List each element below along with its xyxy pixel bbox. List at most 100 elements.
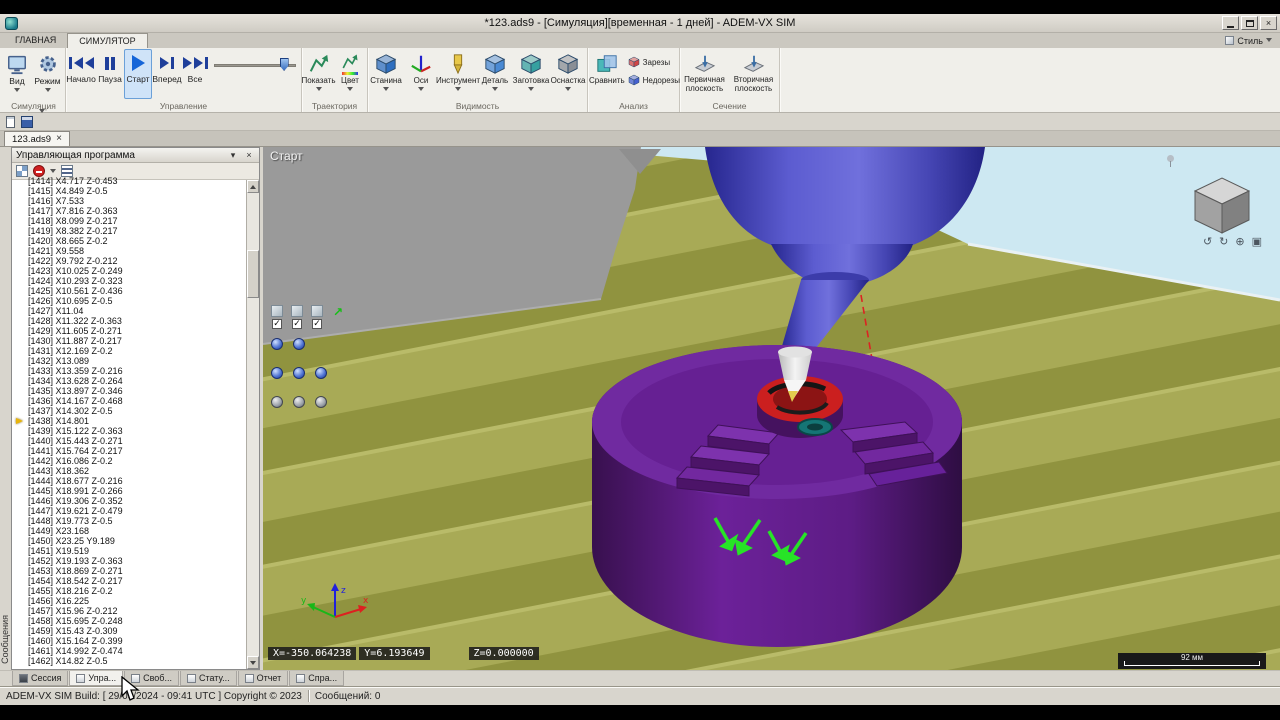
overlay-disc-icon[interactable] [271, 367, 283, 379]
secondary-plane-button[interactable]: Вторичная плоскость [729, 49, 778, 99]
fixture-button[interactable]: Оснастка [550, 49, 586, 99]
overlay-disc-icon[interactable] [271, 396, 283, 408]
program-line[interactable]: [1434] X13.628 Z-0.264 [12, 376, 259, 386]
tab-status[interactable]: Стату... [179, 671, 237, 686]
maximize-button[interactable] [1241, 16, 1258, 30]
speed-slider[interactable] [214, 55, 296, 75]
program-line[interactable]: [1439] X15.122 Z-0.363 [12, 426, 259, 436]
program-line[interactable]: [1452] X19.193 Z-0.363 [12, 556, 259, 566]
program-line[interactable]: [1423] X10.025 Z-0.249 [12, 266, 259, 276]
program-line[interactable]: [1444] X18.677 Z-0.216 [12, 476, 259, 486]
vertical-scrollbar[interactable] [246, 180, 259, 669]
program-line[interactable]: [1431] X12.169 Z-0.2 [12, 346, 259, 356]
program-line[interactable]: [1442] X16.086 Z-0.2 [12, 456, 259, 466]
program-line[interactable]: [1425] X10.561 Z-0.436 [12, 286, 259, 296]
program-line[interactable]: [1414] X4.717 Z-0.453 [12, 176, 259, 186]
program-line[interactable]: [1457] X15.96 Z-0.212 [12, 606, 259, 616]
rotate-right-icon[interactable]: ↻ [1219, 235, 1228, 248]
program-line[interactable]: [1424] X10.293 Z-0.323 [12, 276, 259, 286]
program-line[interactable]: [1456] X16.225 [12, 596, 259, 606]
overlay-checkbox[interactable]: ✓ [312, 319, 322, 329]
scroll-down-button[interactable] [247, 656, 259, 669]
overlay-disc-icon[interactable] [271, 338, 283, 350]
mode-button[interactable]: Режим [32, 49, 63, 99]
program-line[interactable]: [1415] X4.849 Z-0.5 [12, 186, 259, 196]
program-line[interactable]: [1421] X9.558 [12, 246, 259, 256]
program-line[interactable]: [1427] X11.04 [12, 306, 259, 316]
show-trajectory-button[interactable]: Показать [302, 49, 336, 99]
gouges-button[interactable]: Зарезы [626, 55, 682, 69]
run-all-button[interactable]: Все [182, 49, 208, 99]
program-line[interactable]: [1428] X11.322 Z-0.363 [12, 316, 259, 326]
undercuts-button[interactable]: Недорезы [626, 73, 682, 87]
workpiece-button[interactable]: Заготовка [512, 49, 550, 99]
workpiece[interactable] [592, 345, 962, 647]
overlay-option-icon[interactable] [311, 305, 323, 317]
slider-thumb[interactable] [279, 58, 289, 71]
to-start-button[interactable]: Начало [66, 49, 96, 99]
overlay-disc-icon[interactable] [315, 367, 327, 379]
program-list[interactable]: [1414] X4.717 Z-0.453 [1415] X4.849 Z-0.5… [12, 176, 259, 669]
program-line[interactable]: [1436] X14.167 Z-0.468 [12, 396, 259, 406]
program-line[interactable]: [1446] X19.306 Z-0.352 [12, 496, 259, 506]
program-line[interactable]: [1447] X19.621 Z-0.479 [12, 506, 259, 516]
program-line[interactable]: [1437] X14.302 Z-0.5 [12, 406, 259, 416]
program-line[interactable]: [1443] X18.362 [12, 466, 259, 476]
minimize-button[interactable] [1222, 16, 1239, 30]
zoom-icon[interactable]: ⊕ [1235, 235, 1244, 248]
toolbar-options-button[interactable] [39, 108, 45, 133]
program-line[interactable]: [1454] X18.542 Z-0.217 [12, 576, 259, 586]
scrollbar-thumb[interactable] [247, 250, 259, 298]
close-button[interactable]: × [1260, 16, 1277, 30]
pin-icon[interactable] [1167, 155, 1174, 167]
program-line[interactable]: [1418] X8.099 Z-0.217 [12, 216, 259, 226]
overlay-disc-icon[interactable] [293, 396, 305, 408]
program-line[interactable]: [1462] X14.82 Z-0.5 [12, 656, 259, 666]
program-line[interactable]: [1445] X18.991 Z-0.266 [12, 486, 259, 496]
primary-plane-button[interactable]: Первичная плоскость [680, 49, 729, 99]
program-line[interactable]: [1420] X8.665 Z-0.2 [12, 236, 259, 246]
play-button[interactable]: Старт [124, 49, 152, 99]
overlay-option-icon[interactable] [271, 305, 283, 317]
style-button[interactable]: Стиль [1225, 33, 1272, 48]
program-line[interactable]: [1455] X18.216 Z-0.2 [12, 586, 259, 596]
program-line[interactable]: [1419] X8.382 Z-0.217 [12, 226, 259, 236]
tab-report[interactable]: Отчет [237, 671, 289, 686]
program-line[interactable]: [1417] X7.816 Z-0.363 [12, 206, 259, 216]
program-line[interactable]: [1426] X10.695 Z-0.5 [12, 296, 259, 306]
program-line[interactable]: [1458] X15.695 Z-0.248 [12, 616, 259, 626]
program-line[interactable]: [1433] X13.359 Z-0.216 [12, 366, 259, 376]
overlay-checkbox[interactable]: ✓ [272, 319, 282, 329]
program-line[interactable]: [1453] X18.869 Z-0.271 [12, 566, 259, 576]
viewport-3d[interactable]: z x y Старт ✓ ✓ ✓ ↗ X=-350.064238 Y=6.19… [263, 147, 1280, 670]
overlay-disc-icon[interactable] [315, 396, 327, 408]
tab-session[interactable]: Сессия [12, 671, 69, 686]
panel-menu-button[interactable]: ▾ [227, 150, 239, 161]
program-line[interactable]: [1450] X23.25 Y9.189 [12, 536, 259, 546]
tab-help[interactable]: Спра... [289, 671, 345, 686]
program-line[interactable]: [1435] X13.897 Z-0.346 [12, 386, 259, 396]
part-button[interactable]: Деталь [478, 49, 512, 99]
document-tab[interactable]: 123.ads9 × [4, 131, 70, 146]
step-forward-button[interactable]: Вперед [152, 49, 182, 99]
program-line[interactable]: [1441] X15.764 Z-0.217 [12, 446, 259, 456]
view-button[interactable]: Вид [2, 49, 32, 99]
program-line[interactable]: [1459] X15.43 Z-0.309 [12, 626, 259, 636]
close-tab-icon[interactable]: × [56, 134, 62, 144]
program-line[interactable]: [1430] X11.887 Z-0.217 [12, 336, 259, 346]
overlay-disc-icon[interactable] [293, 338, 305, 350]
program-line[interactable]: [1460] X15.164 Z-0.399 [12, 636, 259, 646]
panel-close-button[interactable]: × [243, 150, 255, 160]
program-line[interactable]: [1440] X15.443 Z-0.271 [12, 436, 259, 446]
machine-base-button[interactable]: Станина [368, 49, 404, 99]
trajectory-color-button[interactable]: Цвет [335, 49, 365, 99]
program-line[interactable]: [1422] X9.792 Z-0.212 [12, 256, 259, 266]
pause-button[interactable]: Пауза [96, 49, 124, 99]
axes-button[interactable]: Оси [404, 49, 438, 99]
overlay-option-icon[interactable] [291, 305, 303, 317]
messages-panel-tab[interactable]: Сообщения [0, 147, 10, 670]
breakpoint-icon[interactable] [33, 165, 45, 177]
overlay-disc-icon[interactable] [293, 367, 305, 379]
program-line[interactable]: [1448] X19.773 Z-0.5 [12, 516, 259, 526]
compare-button[interactable]: Сравнить [588, 49, 626, 99]
